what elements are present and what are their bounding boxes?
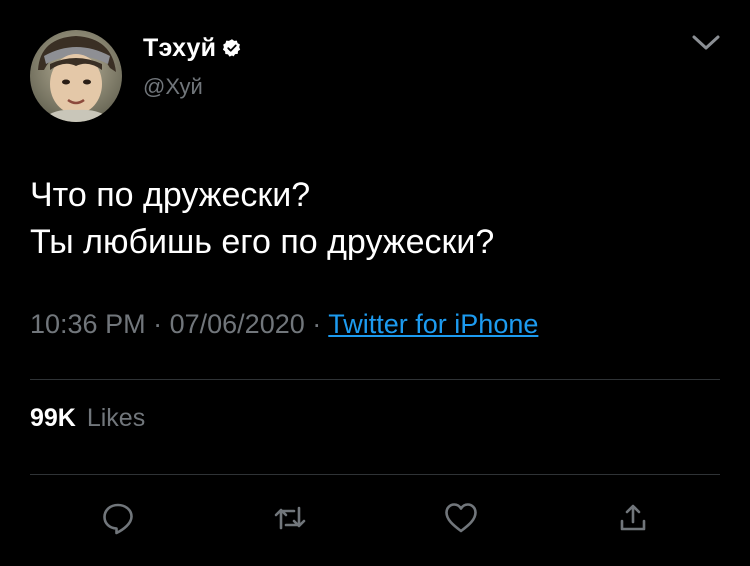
heart-icon bbox=[443, 500, 479, 541]
chevron-down-icon[interactable] bbox=[690, 27, 722, 59]
tweet-time: 10:36 PM bbox=[30, 309, 146, 339]
avatar[interactable] bbox=[30, 30, 122, 122]
reply-icon bbox=[101, 501, 135, 540]
likes-stat[interactable]: 99K Likes bbox=[30, 404, 145, 433]
verified-badge-icon bbox=[222, 38, 242, 58]
share-button[interactable] bbox=[613, 500, 653, 540]
user-handle[interactable]: @Хуй bbox=[143, 74, 203, 100]
tweet-text: Что по дружески? Ты любишь его по дружес… bbox=[30, 172, 720, 266]
retweet-icon bbox=[272, 500, 308, 541]
divider bbox=[30, 474, 720, 475]
tweet-meta: 10:36 PM · 07/06/2020 · Twitter for iPho… bbox=[30, 309, 538, 340]
like-button[interactable] bbox=[441, 500, 481, 540]
share-icon bbox=[617, 502, 649, 539]
divider bbox=[30, 379, 720, 380]
likes-count: 99K bbox=[30, 404, 76, 432]
likes-label: Likes bbox=[86, 404, 146, 432]
tweet-line: Ты любишь его по дружески? bbox=[30, 223, 495, 261]
meta-separator: · bbox=[153, 309, 163, 339]
tweet-date: 07/06/2020 bbox=[169, 309, 305, 339]
meta-separator: · bbox=[312, 309, 322, 339]
tweet-line: Что по дружески? bbox=[30, 176, 311, 214]
retweet-button[interactable] bbox=[270, 500, 310, 540]
tweet-source-link[interactable]: Twitter for iPhone bbox=[328, 309, 538, 339]
display-name-row[interactable]: Тэхуй bbox=[143, 31, 242, 65]
display-name[interactable]: Тэхуй bbox=[143, 34, 216, 63]
reply-button[interactable] bbox=[98, 500, 138, 540]
